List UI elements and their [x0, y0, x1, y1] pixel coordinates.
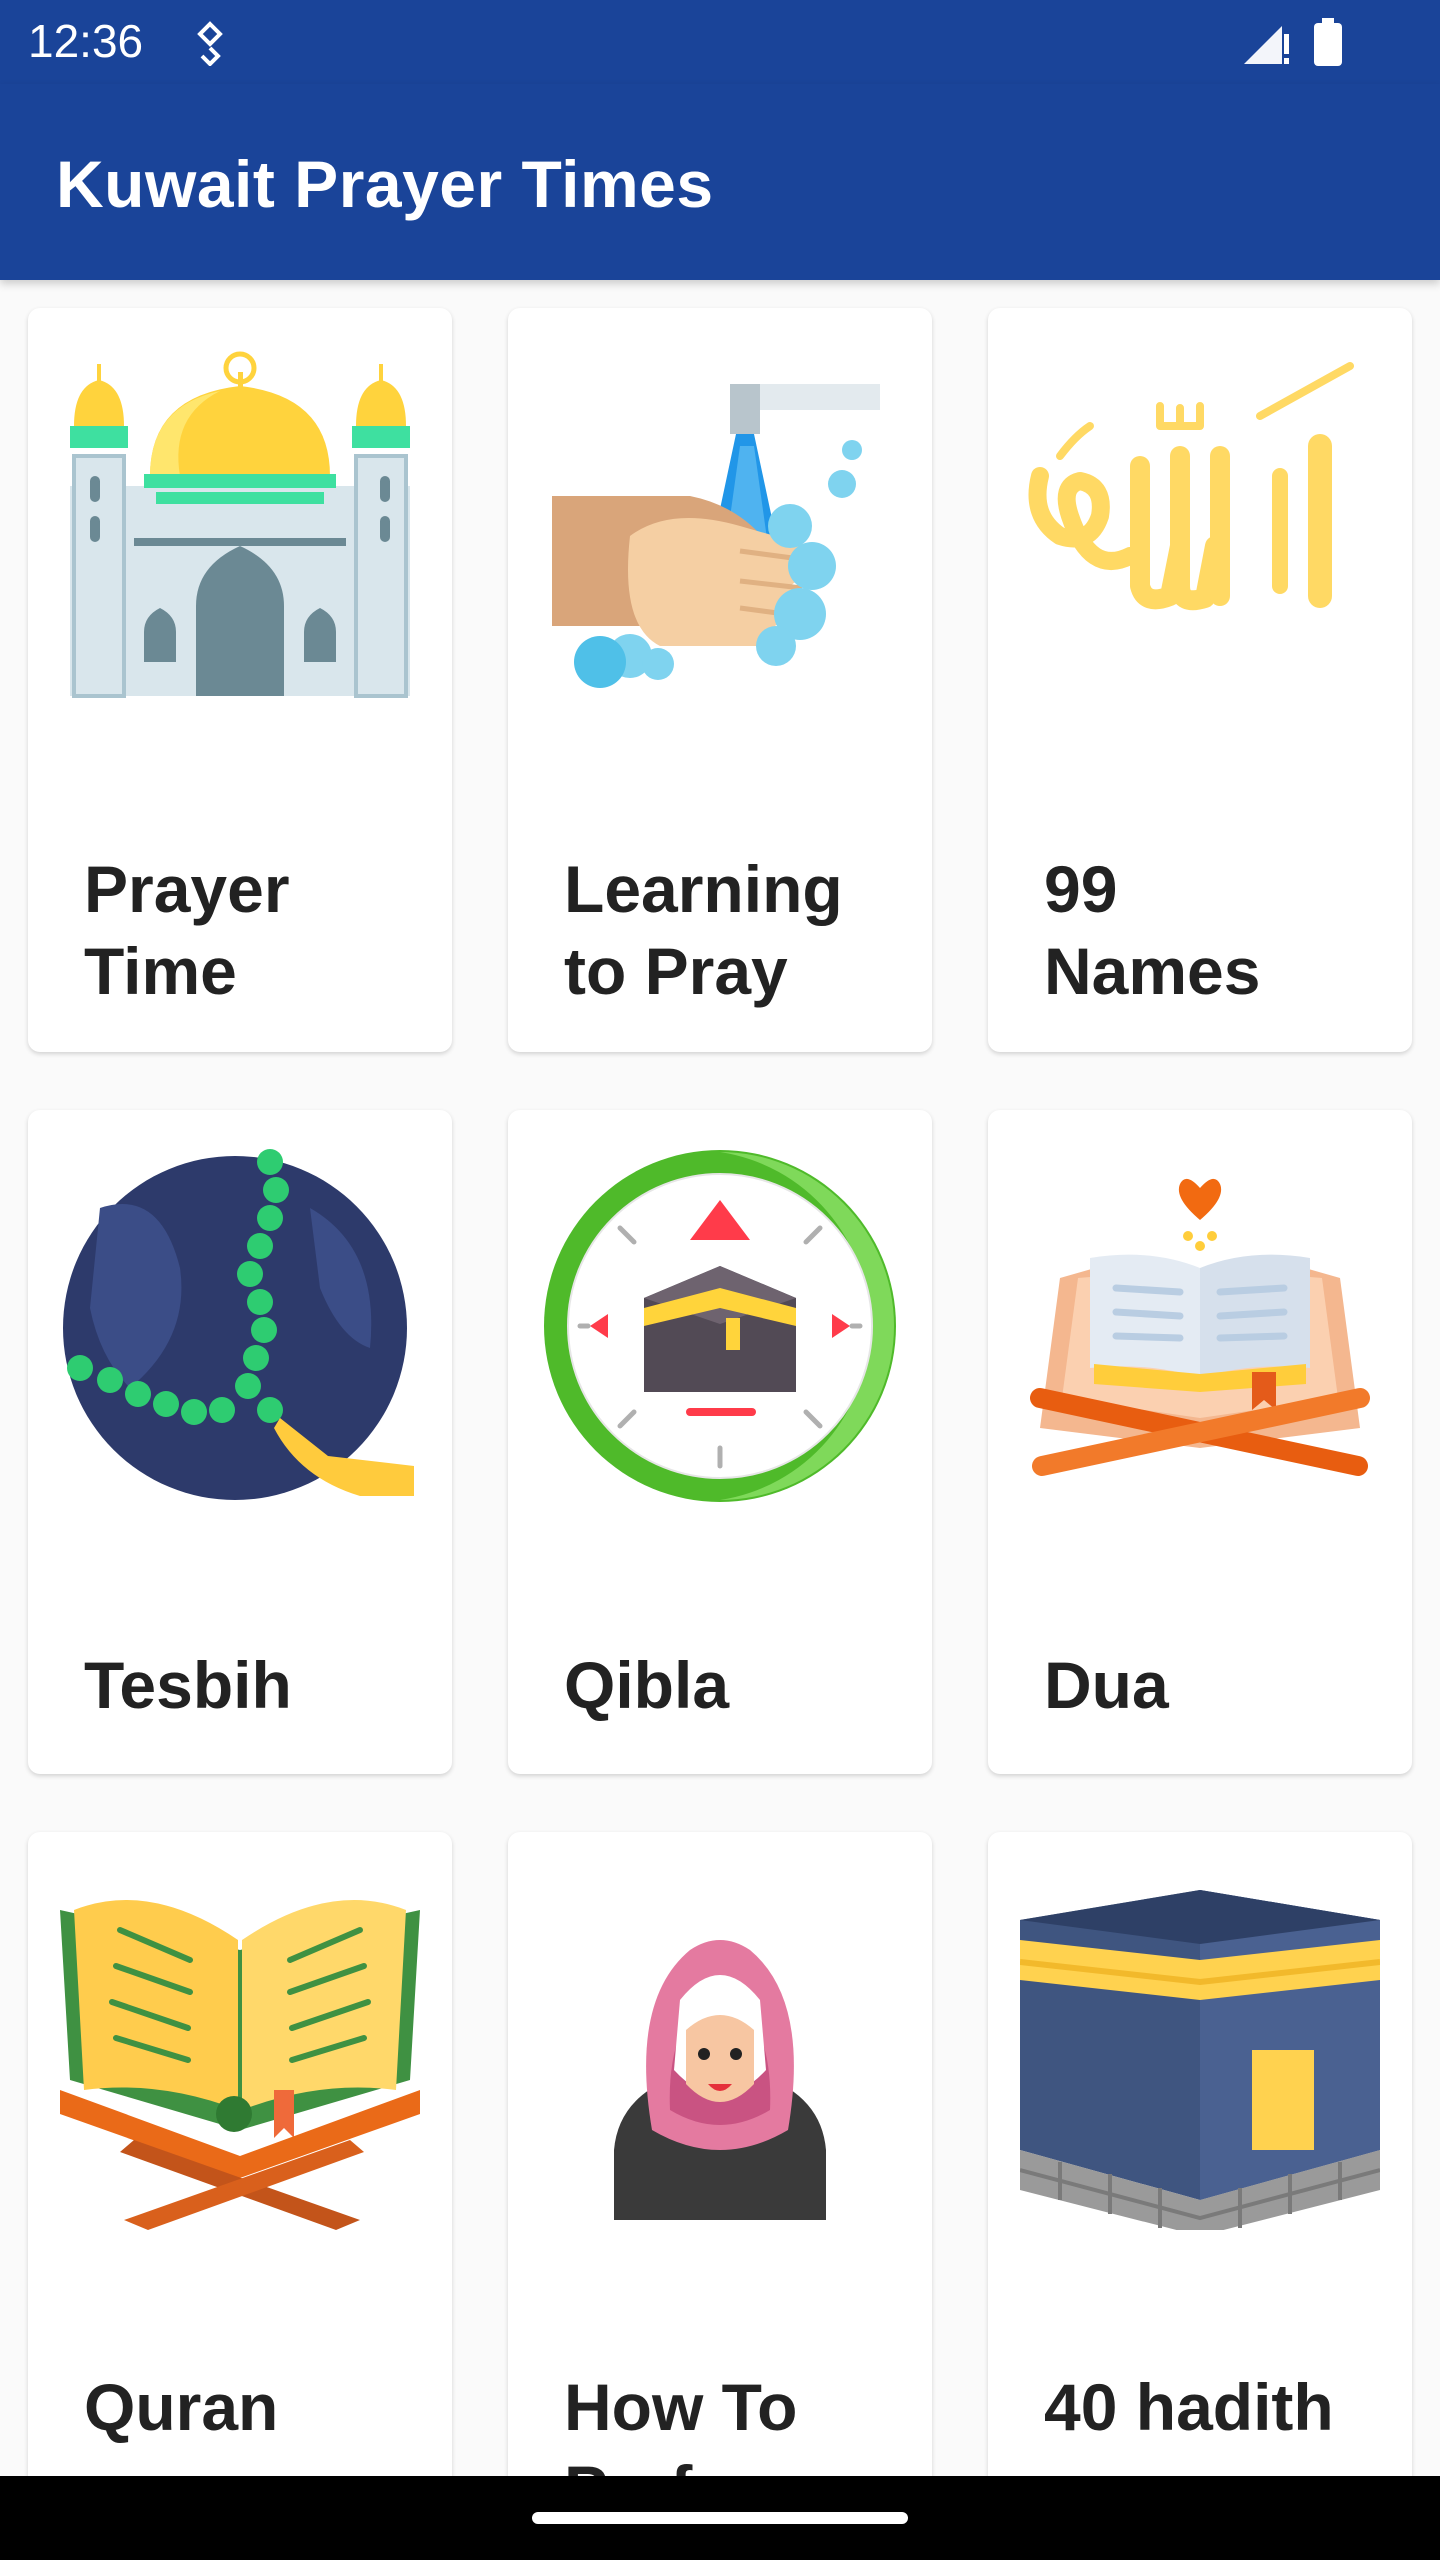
menu-grid: Prayer Time Learning to Pray 99 Names Te… — [0, 280, 1440, 2476]
card-label: Dua — [1044, 1648, 1169, 1722]
card-label: 99 Names — [1044, 852, 1261, 1008]
app-bar: Kuwait Prayer Times — [0, 84, 1440, 280]
card-qibla[interactable]: Qibla — [508, 1110, 932, 1774]
card-dua[interactable]: Dua — [988, 1110, 1412, 1774]
card-label: Learning to Pray — [564, 852, 843, 1008]
qibla-compass-icon — [544, 1150, 896, 1502]
app-title: Kuwait Prayer Times — [56, 147, 714, 221]
prayer-beads-icon — [63, 1149, 414, 1500]
card-label: Tesbih — [84, 1648, 292, 1722]
card-tesbih[interactable]: Tesbih — [28, 1110, 452, 1774]
card-label: Quran — [84, 2370, 279, 2444]
card-how-to-perform[interactable]: How ToPerform — [508, 1832, 932, 2476]
card-label: Qibla — [564, 1648, 730, 1722]
card-prayer-time[interactable]: Prayer Time — [28, 308, 452, 1052]
status-bar: 12:36 — [0, 0, 1440, 84]
navigation-bar — [0, 2476, 1440, 2560]
card-quran[interactable]: Quran — [28, 1832, 452, 2476]
mosque-icon — [70, 351, 410, 698]
allah-calligraphy-icon — [1028, 362, 1354, 611]
open-book-heart-icon — [1030, 1178, 1370, 1476]
home-gesture-handle[interactable] — [532, 2512, 908, 2524]
status-time: 12:36 — [28, 15, 144, 67]
wudu-hands-icon — [552, 384, 880, 688]
battery-icon — [1314, 18, 1342, 66]
card-label: How ToPerform — [564, 2370, 817, 2476]
hijab-woman-icon — [614, 1940, 826, 2220]
quran-book-icon — [60, 1900, 420, 2230]
signal-icon — [1244, 26, 1289, 64]
card-99-names[interactable]: 99 Names — [988, 308, 1412, 1052]
location-icon — [197, 21, 223, 66]
kaaba-icon — [1020, 1890, 1380, 2230]
card-label: Prayer Time — [84, 852, 290, 1008]
card-40-hadith[interactable]: 40 hadith — [988, 1832, 1412, 2476]
card-label: 40 hadith — [1044, 2370, 1334, 2444]
card-learning-to-pray[interactable]: Learning to Pray — [508, 308, 932, 1052]
